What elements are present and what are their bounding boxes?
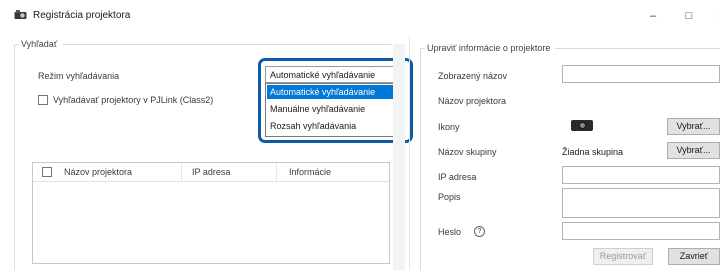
maximize-button[interactable]: □ xyxy=(670,4,708,28)
register-button[interactable]: Registrovať xyxy=(593,248,653,265)
search-mode-label: Režim vyhľadávania xyxy=(38,71,120,81)
select-icon-button[interactable]: Vybrať... xyxy=(667,118,720,135)
password-input[interactable] xyxy=(562,222,720,240)
column-header-name[interactable]: Názov projektora xyxy=(64,167,132,177)
ip-address-label: IP adresa xyxy=(438,172,477,182)
ip-address-input[interactable] xyxy=(562,166,720,184)
display-name-label: Zobrazený názov xyxy=(438,71,508,81)
edit-group-legend: Upraviť informácie o projektore xyxy=(425,43,556,53)
column-divider xyxy=(276,163,277,182)
group-name-label: Názov skupiny xyxy=(438,147,497,157)
group-name-value: Žiadna skupina xyxy=(562,147,624,157)
table-header: Názov projektora IP adresa Informácie xyxy=(33,163,389,182)
left-panel-scrollbar[interactable] xyxy=(393,44,405,270)
password-label: Heslo xyxy=(438,227,462,237)
minimize-button[interactable]: – xyxy=(634,4,672,28)
close-window-button[interactable]: ✕ xyxy=(704,4,720,28)
callout-highlight-box xyxy=(258,58,413,143)
title-bar: Registrácia projektora – □ ✕ xyxy=(0,0,720,32)
description-label: Popis xyxy=(438,192,461,202)
pjlink-checkbox-label[interactable]: Vyhľadávať projektory v PJLink (Class2) xyxy=(53,95,213,105)
projector-icon xyxy=(571,120,593,131)
pjlink-checkbox[interactable] xyxy=(38,95,48,105)
select-group-button[interactable]: Vybrať... xyxy=(667,142,720,159)
column-header-info[interactable]: Informácie xyxy=(289,167,331,177)
column-divider xyxy=(181,163,182,182)
column-header-ip[interactable]: IP adresa xyxy=(192,167,230,177)
display-name-input[interactable] xyxy=(562,65,720,83)
projector-name-label: Názov projektora xyxy=(438,96,507,106)
close-button[interactable]: Zavrieť xyxy=(668,248,720,265)
projector-table[interactable]: Názov projektora IP adresa Informácie xyxy=(32,162,390,264)
panel-divider xyxy=(409,36,410,270)
select-all-checkbox[interactable] xyxy=(42,167,52,177)
description-input[interactable] xyxy=(562,188,720,218)
search-group-legend: Vyhľadať xyxy=(19,39,63,49)
window-title: Registrácia projektora xyxy=(33,10,131,21)
icons-label: Ikony xyxy=(438,122,460,132)
projector-app-icon xyxy=(14,10,27,19)
help-icon[interactable]: ? xyxy=(474,226,485,237)
